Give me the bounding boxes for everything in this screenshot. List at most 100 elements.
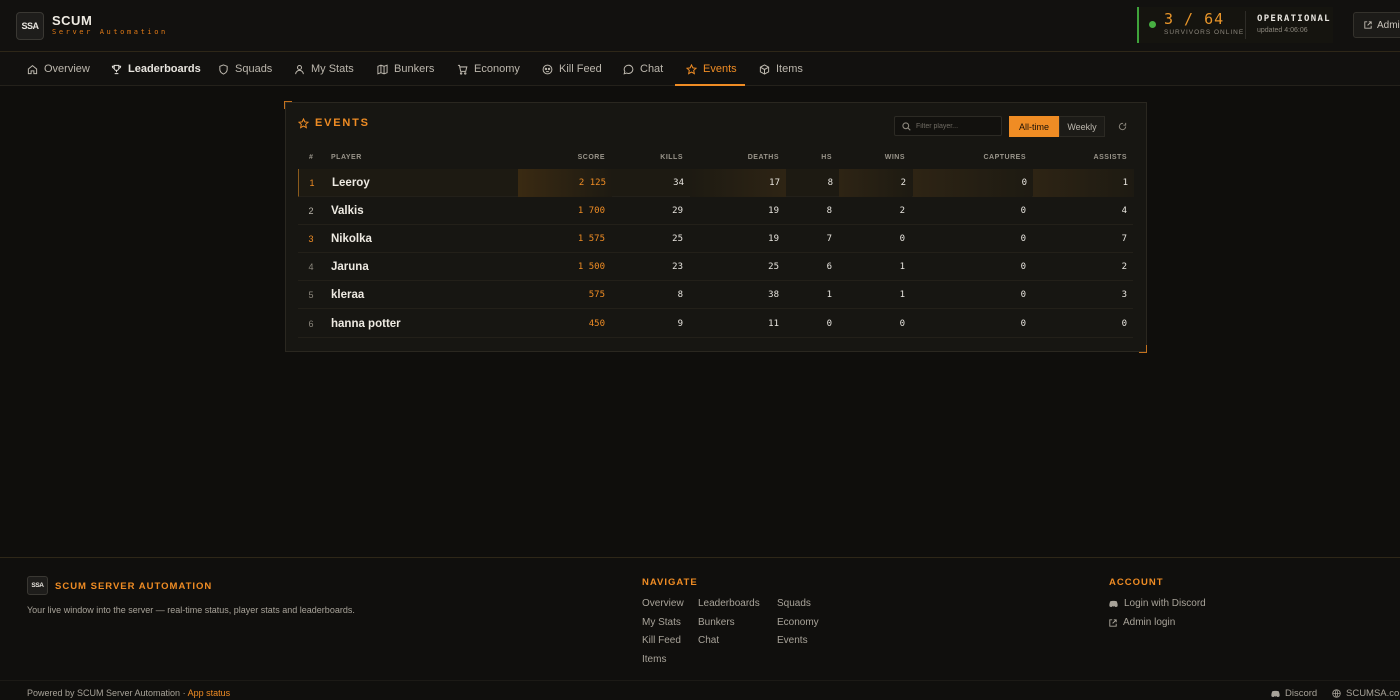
player-count-label: SURVIVORS ONLINE bbox=[1164, 29, 1245, 36]
player-filter-field[interactable] bbox=[894, 116, 1002, 136]
powered-by-text: Powered by SCUM Server Automation · App … bbox=[27, 688, 230, 698]
footer-link-kill-feed[interactable]: Kill Feed bbox=[642, 635, 681, 646]
external-link-icon bbox=[1364, 21, 1372, 29]
row-score: 2 125 bbox=[578, 178, 606, 188]
row-score: 450 bbox=[588, 319, 605, 329]
nav-items[interactable]: Items bbox=[759, 52, 803, 86]
row-kills: 23 bbox=[672, 262, 683, 272]
col-header-hs[interactable]: HS bbox=[797, 154, 832, 161]
nav-squads-label: Squads bbox=[235, 63, 273, 75]
footer-link-items[interactable]: Items bbox=[642, 654, 666, 665]
row-assists: 2 bbox=[1121, 262, 1127, 272]
table-row[interactable]: 2 Valkis 1 700 29 19 8 2 0 4 bbox=[298, 197, 1133, 225]
footer-link-economy[interactable]: Economy bbox=[777, 617, 819, 628]
row-wins: 0 bbox=[899, 319, 905, 329]
row-hs: 7 bbox=[826, 234, 832, 244]
refresh-button[interactable] bbox=[1112, 116, 1132, 137]
user-icon bbox=[295, 64, 304, 74]
footer-discord-label: Discord bbox=[1285, 688, 1318, 699]
star-icon bbox=[686, 63, 697, 75]
player-count: 3 / 64 bbox=[1164, 10, 1225, 28]
footer-link-bunkers[interactable]: Bunkers bbox=[698, 617, 735, 628]
row-rank: 5 bbox=[308, 290, 314, 300]
login-discord-link[interactable]: Login with Discord bbox=[1109, 598, 1206, 609]
nav-my-stats-label: My Stats bbox=[311, 63, 354, 75]
server-state: OPERATIONAL bbox=[1257, 14, 1331, 24]
table-row[interactable]: 6 hanna potter 450 9 11 0 0 0 0 bbox=[298, 310, 1133, 338]
admin-login-label: Admin login bbox=[1123, 617, 1176, 628]
nav-bunkers-label: Bunkers bbox=[394, 63, 435, 75]
footer-discord-link[interactable]: Discord bbox=[1271, 688, 1317, 699]
row-kills: 9 bbox=[677, 319, 683, 329]
row-deaths: 19 bbox=[768, 206, 779, 216]
brand-subtitle: Server Automation bbox=[52, 28, 168, 36]
nav-chat[interactable]: Chat bbox=[623, 52, 663, 86]
row-score: 575 bbox=[588, 290, 605, 300]
table-row[interactable]: 1 Leeroy 2 125 34 17 8 2 0 1 bbox=[298, 169, 1134, 197]
col-header-kills[interactable]: KILLS bbox=[638, 154, 683, 161]
nav-items-label: Items bbox=[776, 63, 803, 75]
nav-my-stats[interactable]: My Stats bbox=[294, 52, 354, 86]
chat-icon bbox=[623, 64, 634, 75]
row-rank: 4 bbox=[308, 262, 314, 272]
table-row[interactable]: 3 Nikolka 1 575 25 19 7 0 0 7 bbox=[298, 225, 1133, 253]
row-player[interactable]: hanna potter bbox=[331, 310, 401, 338]
online-indicator-icon bbox=[1149, 21, 1156, 28]
nav-overview[interactable]: Overview bbox=[27, 52, 90, 86]
map-icon bbox=[377, 63, 388, 75]
col-header-deaths[interactable]: DEATHS bbox=[734, 154, 779, 161]
row-captures: 0 bbox=[1021, 178, 1027, 188]
trophy-icon bbox=[111, 64, 122, 74]
row-player[interactable]: Jaruna bbox=[331, 253, 369, 281]
col-header-player: PLAYER bbox=[331, 154, 362, 161]
admin-login-link[interactable]: Admin login bbox=[1109, 617, 1175, 628]
footer-link-leaderboards[interactable]: Leaderboards bbox=[698, 598, 760, 609]
col-header-captures[interactable]: CAPTURES bbox=[966, 154, 1026, 161]
card-corner-accent bbox=[284, 101, 292, 109]
row-player[interactable]: Valkis bbox=[331, 197, 364, 225]
footer-site-link[interactable]: SCUMSA.com bbox=[1332, 688, 1400, 699]
row-assists: 0 bbox=[1121, 319, 1127, 329]
row-hs: 8 bbox=[826, 206, 832, 216]
range-weekly-button[interactable]: Weekly bbox=[1059, 116, 1105, 137]
footer-link-squads[interactable]: Squads bbox=[777, 598, 811, 609]
footer-brand: SCUM SERVER AUTOMATION bbox=[55, 581, 213, 592]
footer-link-events[interactable]: Events bbox=[777, 635, 808, 646]
row-kills: 29 bbox=[672, 206, 683, 216]
player-filter-input[interactable] bbox=[916, 122, 996, 130]
col-header-score[interactable]: SCORE bbox=[560, 154, 605, 161]
top-bar: SSA SCUM Server Automation 3 / 64 SURVIV… bbox=[0, 0, 1400, 52]
col-header-assists[interactable]: ASSISTS bbox=[1067, 154, 1127, 161]
events-title-label: EVENTS bbox=[315, 117, 370, 129]
nav-economy[interactable]: Economy bbox=[457, 52, 520, 86]
row-assists: 4 bbox=[1121, 206, 1127, 216]
footer-link-overview[interactable]: Overview bbox=[642, 598, 684, 609]
col-header-wins[interactable]: WINS bbox=[860, 154, 905, 161]
row-player[interactable]: Nikolka bbox=[331, 225, 372, 253]
shield-icon bbox=[219, 63, 228, 75]
nav-bunkers[interactable]: Bunkers bbox=[377, 52, 434, 86]
range-all-time-button[interactable]: All-time bbox=[1009, 116, 1059, 137]
footer-account-title: ACCOUNT bbox=[1109, 577, 1164, 588]
row-rank: 6 bbox=[308, 319, 314, 329]
nav-kill-feed[interactable]: Kill Feed bbox=[542, 52, 602, 86]
nav-events[interactable]: Events bbox=[686, 52, 737, 86]
admin-button[interactable]: Admin bbox=[1353, 12, 1400, 38]
ssa-logo[interactable]: SSA bbox=[16, 12, 44, 40]
nav-leaderboards-label: Leaderboards bbox=[128, 63, 201, 75]
nav-leaderboards[interactable]: Leaderboards bbox=[111, 52, 201, 86]
nav-squads[interactable]: Squads bbox=[218, 52, 272, 86]
footer-ssa-logo: SSA bbox=[27, 576, 48, 595]
app-status-link[interactable]: App status bbox=[188, 688, 231, 698]
nav-overview-label: Overview bbox=[44, 63, 90, 75]
footer-link-my-stats[interactable]: My Stats bbox=[642, 617, 681, 628]
table-row[interactable]: 4 Jaruna 1 500 23 25 6 1 0 2 bbox=[298, 253, 1133, 281]
table-row[interactable]: 5 kleraa 575 8 38 1 1 0 3 bbox=[298, 281, 1133, 309]
row-deaths: 25 bbox=[768, 262, 779, 272]
row-hs: 0 bbox=[826, 319, 832, 329]
search-icon bbox=[902, 121, 911, 131]
brand-title[interactable]: SCUM bbox=[52, 13, 92, 28]
footer-link-chat[interactable]: Chat bbox=[698, 635, 719, 646]
row-player[interactable]: Leeroy bbox=[332, 169, 370, 197]
row-player[interactable]: kleraa bbox=[331, 281, 364, 309]
